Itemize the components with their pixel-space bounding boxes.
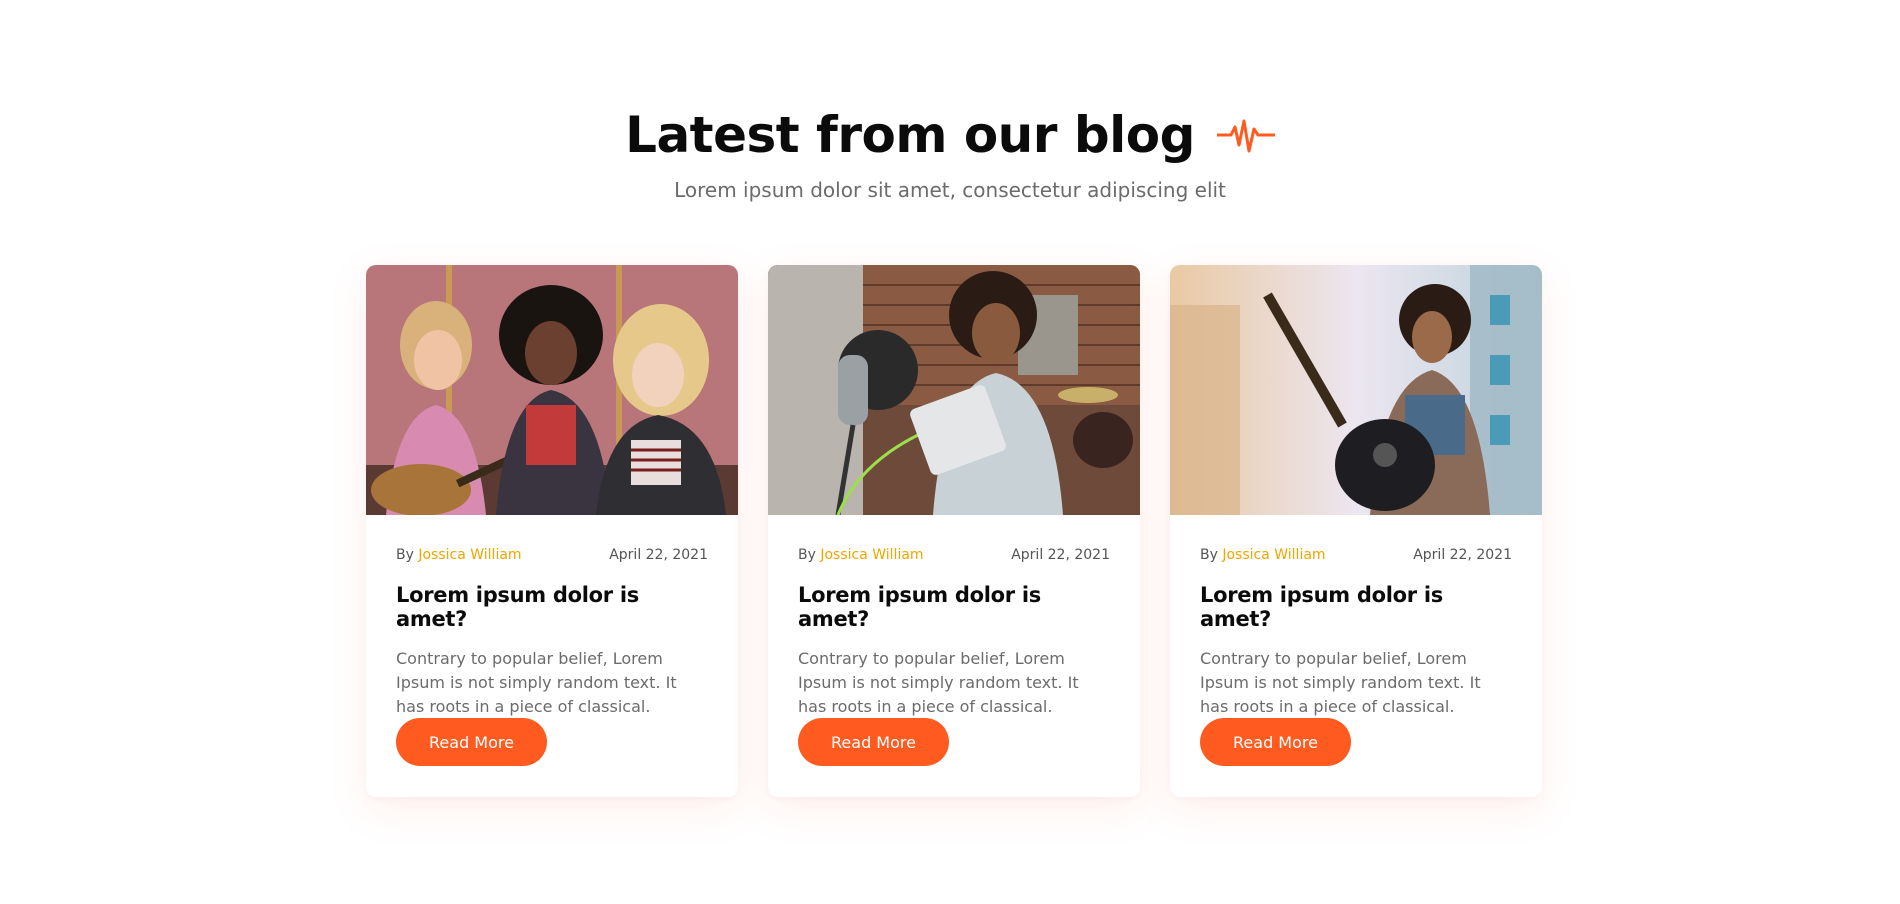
section-subtitle: Lorem ipsum dolor sit amet, consectetur … bbox=[674, 178, 1226, 202]
blog-section: Latest from our blog Lorem ipsum dolor s… bbox=[0, 0, 1900, 904]
blog-card-body: By Jossica William April 22, 2021 Lorem … bbox=[366, 547, 738, 719]
blog-card-image[interactable] bbox=[1170, 265, 1542, 515]
section-title: Latest from our blog bbox=[625, 106, 1195, 164]
read-more-button[interactable]: Read More bbox=[798, 718, 949, 766]
post-byline: By Jossica William bbox=[396, 547, 522, 563]
read-more-button[interactable]: Read More bbox=[396, 718, 547, 766]
pulse-icon bbox=[1216, 119, 1275, 153]
blog-card: By Jossica William April 22, 2021 Lorem … bbox=[768, 265, 1140, 797]
read-more-button[interactable]: Read More bbox=[1200, 718, 1351, 766]
post-date: April 22, 2021 bbox=[609, 547, 708, 563]
blog-card-image[interactable] bbox=[768, 265, 1140, 515]
blog-card-list: By Jossica William April 22, 2021 Lorem … bbox=[366, 265, 1542, 797]
post-excerpt: Contrary to popular belief, Lorem Ipsum … bbox=[396, 649, 677, 716]
post-title[interactable]: Lorem ipsum dolor is amet? bbox=[798, 583, 1110, 631]
blog-card-image[interactable] bbox=[366, 265, 738, 515]
author-link[interactable]: Jossica William bbox=[1222, 547, 1325, 563]
post-excerpt: Contrary to popular belief, Lorem Ipsum … bbox=[798, 649, 1079, 716]
post-date: April 22, 2021 bbox=[1413, 547, 1512, 563]
author-link[interactable]: Jossica William bbox=[820, 547, 923, 563]
post-title[interactable]: Lorem ipsum dolor is amet? bbox=[396, 583, 708, 631]
section-heading: Latest from our blog bbox=[0, 100, 1900, 170]
by-label: By bbox=[1200, 547, 1223, 563]
post-meta: By Jossica William April 22, 2021 bbox=[396, 547, 708, 563]
post-title[interactable]: Lorem ipsum dolor is amet? bbox=[1200, 583, 1512, 631]
by-label: By bbox=[396, 547, 419, 563]
post-meta: By Jossica William April 22, 2021 bbox=[798, 547, 1110, 563]
post-date: April 22, 2021 bbox=[1011, 547, 1110, 563]
post-meta: By Jossica William April 22, 2021 bbox=[1200, 547, 1512, 563]
blog-card-body: By Jossica William April 22, 2021 Lorem … bbox=[1170, 547, 1542, 719]
by-label: By bbox=[798, 547, 821, 563]
post-byline: By Jossica William bbox=[1200, 547, 1326, 563]
post-byline: By Jossica William bbox=[798, 547, 924, 563]
post-excerpt: Contrary to popular belief, Lorem Ipsum … bbox=[1200, 649, 1481, 716]
blog-card: By Jossica William April 22, 2021 Lorem … bbox=[366, 265, 738, 797]
author-link[interactable]: Jossica William bbox=[418, 547, 521, 563]
blog-card-body: By Jossica William April 22, 2021 Lorem … bbox=[768, 547, 1140, 719]
blog-card: By Jossica William April 22, 2021 Lorem … bbox=[1170, 265, 1542, 797]
